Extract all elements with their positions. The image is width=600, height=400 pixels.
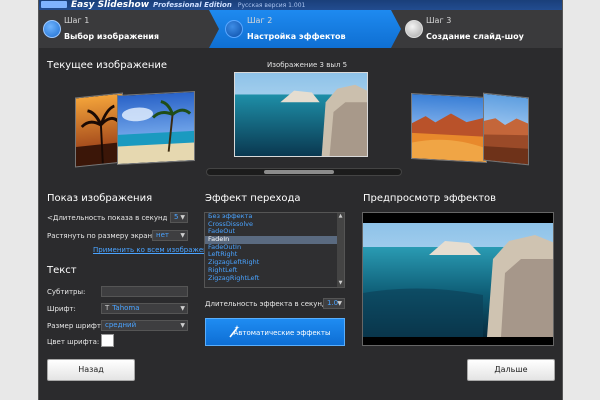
scroll-down-icon[interactable]: ▼ — [337, 280, 344, 287]
image-counter: Изображение 3 выл 5 — [267, 61, 348, 69]
scroll-up-icon[interactable]: ▲ — [337, 213, 344, 220]
carousel-scroll-thumb[interactable] — [264, 170, 334, 174]
stretch-value: нет — [156, 231, 169, 239]
step-1-number: Шаг 1 — [64, 16, 90, 25]
display-duration-value: 5 — [174, 213, 179, 221]
step-3[interactable]: Шаг 3 Создание слайд-шоу — [401, 10, 562, 48]
app-version: Русская версия 1.001 — [237, 2, 306, 9]
font-select[interactable]: T Tahoma ▼ — [101, 303, 188, 314]
effect-title: Эффект перехода — [205, 193, 301, 204]
preview-image — [363, 223, 553, 337]
stretch-select[interactable]: нет ▼ — [152, 230, 188, 241]
step-3-label: Создание слайд-шоу — [426, 32, 524, 41]
step-2-number: Шаг 2 — [247, 16, 273, 25]
text-settings-title: Текст — [47, 265, 77, 276]
back-button[interactable]: Назад — [47, 359, 135, 381]
apply-to-all-link[interactable]: Применить ко всем изображениям — [93, 246, 222, 254]
current-image-title: Текущее изображение — [47, 60, 168, 71]
app-logo-icon — [41, 1, 67, 8]
display-duration-label: <Длительность показа в секунд — [47, 214, 168, 222]
effect-item[interactable]: ZigzagRightLeft — [205, 274, 344, 283]
app-name: Easy Slideshow — [71, 0, 150, 10]
font-size-value: средний — [105, 321, 137, 329]
step-1-label: Выбор изображения — [64, 32, 160, 41]
magic-wand-icon — [229, 325, 240, 338]
font-value: Tahoma — [112, 304, 140, 312]
subtitles-label: Субтитры: — [47, 288, 86, 296]
step-2-label: Настройка эффектов — [247, 32, 346, 41]
step-3-number: Шаг 3 — [426, 16, 452, 25]
effect-duration-select[interactable]: 1.0 ▼ — [323, 298, 345, 309]
carousel-scrollbar[interactable] — [206, 168, 402, 176]
display-duration-select[interactable]: 5 ▼ — [170, 212, 188, 223]
app-edition: Professional Edition — [153, 1, 232, 9]
thumbnail-tropical-beach[interactable] — [117, 90, 195, 166]
effect-preview — [362, 212, 554, 346]
auto-effects-button[interactable]: Автоматические эффекты — [205, 318, 345, 346]
thumbnail-desert-sunset[interactable] — [411, 93, 487, 163]
thumbnail-canyon[interactable] — [483, 92, 529, 166]
app-window: Easy Slideshow Professional Edition Русска… — [38, 0, 563, 400]
font-label: Шрифт: — [47, 305, 76, 313]
step-2-indicator-icon — [225, 20, 243, 38]
step-1[interactable]: Шаг 1 Выбор изображения — [39, 10, 209, 48]
step-2[interactable]: Шаг 2 Настройка эффектов — [209, 10, 401, 48]
auto-effects-label: Автоматические эффекты — [233, 329, 331, 337]
chevron-down-icon: ▼ — [180, 232, 185, 239]
font-color-swatch[interactable] — [101, 334, 114, 347]
effect-duration-label: Длительность эффекта в секунд — [205, 300, 327, 308]
chevron-down-icon: ▼ — [337, 300, 342, 307]
effect-list[interactable]: Без эффекта CrossDissolve FadeOut FadeIn… — [204, 212, 345, 288]
wizard-steps: Шаг 1 Выбор изображения Шаг 2 Настройка … — [39, 10, 562, 48]
font-size-label: Размер шрифта: — [47, 322, 108, 330]
title-bar: Easy Slideshow Professional Edition Русска… — [39, 0, 562, 10]
chevron-down-icon: ▼ — [180, 305, 185, 312]
step-1-indicator-icon — [43, 20, 61, 38]
font-type-icon: T — [105, 304, 110, 312]
font-color-label: Цвет шрифта: — [47, 338, 100, 346]
stretch-label: Растянуть по размеру экрана: — [47, 232, 159, 240]
step-3-indicator-icon — [405, 20, 423, 38]
preview-title: Предпросмотр эффектов — [363, 193, 497, 204]
thumbnail-palm-sunset[interactable] — [75, 92, 123, 168]
chevron-down-icon: ▼ — [180, 214, 185, 221]
display-settings-title: Показ изображения — [47, 193, 153, 204]
next-button[interactable]: Дальше — [467, 359, 555, 381]
thumbnail-coastal-cliffs-selected[interactable] — [234, 72, 368, 157]
font-size-select[interactable]: средний ▼ — [101, 320, 188, 331]
chevron-down-icon: ▼ — [180, 322, 185, 329]
subtitles-input[interactable] — [101, 286, 188, 297]
effect-list-scrollbar[interactable]: ▲ ▼ — [337, 213, 344, 287]
